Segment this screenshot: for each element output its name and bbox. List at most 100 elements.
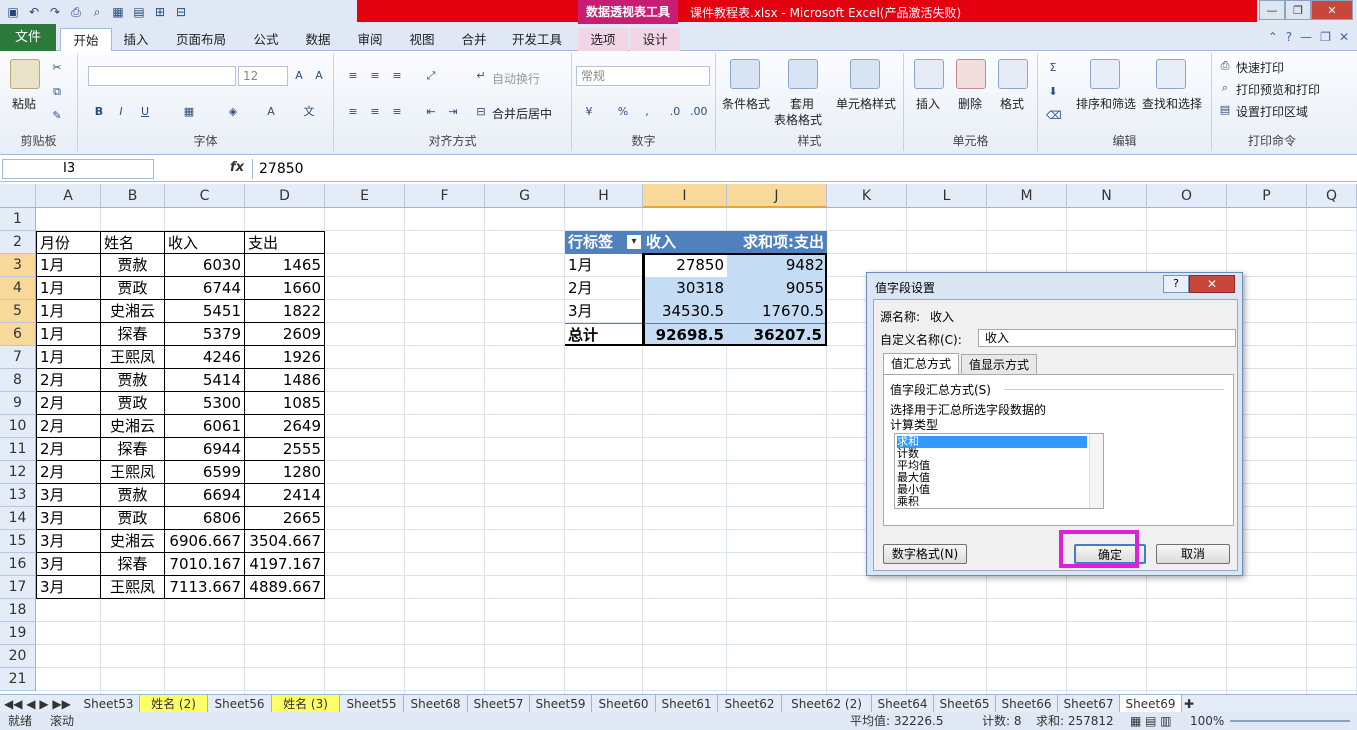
merge-center-icon[interactable]: ⊟ <box>474 105 488 119</box>
column-header-g[interactable]: G <box>485 184 565 208</box>
minimize-icon[interactable]: — <box>1259 0 1285 20</box>
fill-icon[interactable]: ⬇ <box>1046 85 1060 99</box>
row-header-17[interactable]: 17 <box>0 576 36 599</box>
save-icon[interactable]: ▣ <box>4 3 22 21</box>
sheet-tab[interactable]: Sheet55 <box>340 695 404 713</box>
row-header-9[interactable]: 9 <box>0 392 36 415</box>
print-preview-button[interactable]: 打印预览和打印 <box>1236 81 1320 98</box>
sheet-tab[interactable]: Sheet60 <box>592 695 656 713</box>
align-left-icon[interactable]: ≡ <box>346 105 360 119</box>
tab-formulas[interactable]: 公式 <box>244 28 288 51</box>
column-header-b[interactable]: B <box>101 184 165 208</box>
merge-center-button[interactable]: 合并后居中 <box>492 105 552 122</box>
tab-home[interactable]: 开始 <box>60 28 112 51</box>
undo-icon[interactable]: ↶ <box>25 3 43 21</box>
table-cell[interactable]: 2月 <box>36 415 101 438</box>
column-header-p[interactable]: P <box>1227 184 1307 208</box>
column-header-q[interactable]: Q <box>1307 184 1357 208</box>
row-header-18[interactable]: 18 <box>0 599 36 622</box>
table-icon[interactable]: ⊟ <box>172 3 190 21</box>
cell-styles-icon[interactable] <box>850 59 880 89</box>
clear-icon[interactable]: ⌫ <box>1046 109 1062 123</box>
sheet-tab[interactable]: Sheet62 (2) <box>782 695 872 713</box>
tab-summarize-by[interactable]: 值汇总方式 <box>883 353 959 375</box>
increase-decimal-icon[interactable]: .0 <box>668 105 682 119</box>
align-right-icon[interactable]: ≡ <box>390 105 404 119</box>
format-cells-button[interactable]: 格式 <box>1000 95 1024 112</box>
decrease-decimal-icon[interactable]: .00 <box>690 105 708 119</box>
wrap-text-button[interactable]: 自动换行 <box>492 70 540 87</box>
column-header-m[interactable]: M <box>987 184 1067 208</box>
currency-icon[interactable]: ¥ <box>582 105 596 119</box>
align-center-icon[interactable]: ≡ <box>368 105 382 119</box>
table-cell[interactable]: 2665 <box>245 507 325 530</box>
sheet-tab[interactable]: Sheet56 <box>208 695 272 713</box>
table-cell[interactable]: 1822 <box>245 300 325 323</box>
pivot-cell[interactable]: 2月 <box>565 277 643 300</box>
table-cell[interactable]: 6030 <box>165 254 245 277</box>
table-cell[interactable]: 1月 <box>36 254 101 277</box>
table-cell[interactable]: 6944 <box>165 438 245 461</box>
sheet-tab[interactable]: Sheet69 <box>1120 695 1182 713</box>
redo-icon[interactable]: ↷ <box>46 3 64 21</box>
table-cell[interactable]: 1926 <box>245 346 325 369</box>
sort-filter-icon[interactable] <box>1090 59 1120 89</box>
sheet-tab[interactable]: 姓名 (3) <box>272 695 340 713</box>
custom-name-field[interactable]: 收入 <box>978 329 1236 347</box>
row-header-12[interactable]: 12 <box>0 461 36 484</box>
pivot-total-cell[interactable]: 总计 <box>565 323 643 346</box>
sheet-tab[interactable]: Sheet62 <box>718 695 782 713</box>
table-cell[interactable]: 6906.667 <box>165 530 245 553</box>
table-cell[interactable]: 2414 <box>245 484 325 507</box>
comma-icon[interactable]: , <box>640 105 654 119</box>
tab-design[interactable]: 设计 <box>630 28 680 51</box>
calc-type-listbox[interactable]: 求和 计数 平均值 最大值 最小值 乘积 <box>894 433 1104 509</box>
table-cell[interactable]: 2月 <box>36 438 101 461</box>
table-cell[interactable]: 1085 <box>245 392 325 415</box>
format-cells-icon[interactable] <box>998 59 1028 89</box>
table-cell[interactable]: 1280 <box>245 461 325 484</box>
row-header-21[interactable]: 21 <box>0 668 36 691</box>
column-header-d[interactable]: D <box>245 184 325 208</box>
table-cell[interactable]: 5300 <box>165 392 245 415</box>
table-cell[interactable]: 2649 <box>245 415 325 438</box>
row-header-15[interactable]: 15 <box>0 530 36 553</box>
tab-data[interactable]: 数据 <box>296 28 340 51</box>
sort-filter-button[interactable]: 排序和筛选 <box>1076 95 1136 112</box>
align-top-icon[interactable]: ≡ <box>346 69 360 83</box>
table-cell[interactable]: 探春 <box>101 323 165 346</box>
table-cell[interactable]: 3月 <box>36 484 101 507</box>
table-cell[interactable]: 贾政 <box>101 507 165 530</box>
table-cell[interactable]: 1月 <box>36 277 101 300</box>
cell-styles-button[interactable]: 单元格样式 <box>836 95 896 112</box>
table-header-cell[interactable]: 收入 <box>165 231 245 254</box>
column-header-l[interactable]: L <box>907 184 987 208</box>
underline-icon[interactable]: U <box>138 105 152 119</box>
table-cell[interactable]: 6061 <box>165 415 245 438</box>
sheet-tab[interactable]: Sheet57 <box>468 695 530 713</box>
sheet-tab[interactable]: Sheet65 <box>934 695 996 713</box>
sheet-tab[interactable]: Sheet68 <box>404 695 468 713</box>
table-cell[interactable]: 1月 <box>36 300 101 323</box>
column-header-j[interactable]: J <box>727 184 827 208</box>
column-header-f[interactable]: F <box>405 184 485 208</box>
find-select-button[interactable]: 查找和选择 <box>1142 95 1202 112</box>
column-header-c[interactable]: C <box>165 184 245 208</box>
tab-merge[interactable]: 合并 <box>452 28 496 51</box>
new-sheet-icon[interactable]: ✚ <box>1184 695 1200 713</box>
sheet-tab[interactable]: Sheet66 <box>996 695 1058 713</box>
filter-dropdown-icon[interactable]: ▾ <box>627 235 641 249</box>
print-area-icon[interactable]: ▤ <box>1218 103 1232 117</box>
row-header-3[interactable]: 3 <box>0 254 36 277</box>
zoom-slider[interactable] <box>1230 720 1350 722</box>
autosum-icon[interactable]: Σ <box>1046 61 1060 75</box>
table-cell[interactable]: 2555 <box>245 438 325 461</box>
table-cell[interactable]: 王熙凤 <box>101 461 165 484</box>
insert-cells-button[interactable]: 插入 <box>916 95 940 112</box>
table-cell[interactable]: 6806 <box>165 507 245 530</box>
dialog-help-icon[interactable]: ? <box>1163 275 1189 293</box>
table-cell[interactable]: 6694 <box>165 484 245 507</box>
quick-print-button[interactable]: 快速打印 <box>1236 59 1284 76</box>
column-header-k[interactable]: K <box>827 184 907 208</box>
zoom-level[interactable]: 100% <box>1190 712 1224 730</box>
